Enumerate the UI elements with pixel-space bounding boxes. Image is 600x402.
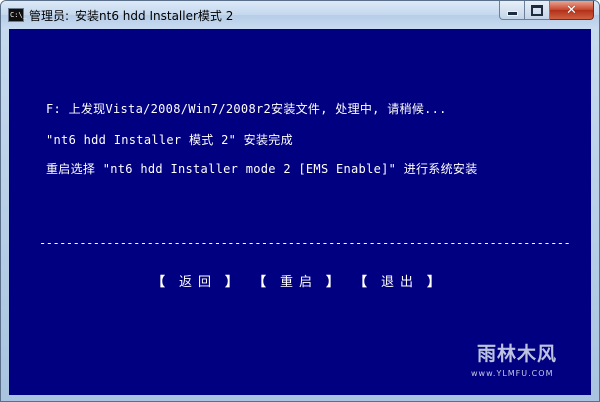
title-prefix: 管理员:: [29, 9, 70, 23]
bracket-close: 】: [427, 275, 441, 290]
reboot-button[interactable]: 【重启】: [253, 275, 339, 291]
back-label: 返回: [179, 275, 218, 290]
maximize-icon: [531, 4, 543, 16]
exit-button[interactable]: 【退出】: [354, 275, 440, 291]
back-button[interactable]: 【返回】: [152, 275, 238, 291]
bracket-open: 【: [253, 275, 267, 290]
window-title: 管理员: 安装nt6 hdd Installer模式 2: [29, 7, 233, 24]
title-label: 安装nt6 hdd Installer模式 2: [75, 9, 234, 23]
status-line-found: F: 上发现Vista/2008/Win7/2008r2安装文件, 处理中, 请…: [46, 102, 447, 116]
maximize-button[interactable]: [525, 1, 550, 20]
bracket-close: 】: [326, 275, 340, 290]
exit-label: 退出: [381, 275, 420, 290]
minimize-button[interactable]: [499, 1, 525, 20]
site-watermark: 雨林木风 www.YLMFU.COM: [469, 335, 591, 395]
console-window: C:\_ 管理员: 安装nt6 hdd Installer模式 2 ✕ F: 上发…: [0, 0, 600, 402]
status-line-reboot-hint: 重启选择 "nt6 hdd Installer mode 2 [EMS Enab…: [46, 162, 478, 176]
reboot-label: 重启: [280, 275, 319, 290]
close-button[interactable]: ✕: [550, 1, 594, 20]
divider-line: ----------------------------------------…: [39, 236, 571, 250]
watermark-url: www.YLMFU.COM: [471, 369, 554, 378]
watermark-logo: 雨林木风: [477, 343, 558, 365]
title-bar[interactable]: C:\_ 管理员: 安装nt6 hdd Installer模式 2 ✕: [1, 1, 599, 29]
bracket-close: 】: [225, 275, 239, 290]
close-icon: ✕: [566, 2, 577, 18]
status-line-installed: "nt6 hdd Installer 模式 2" 安装完成: [46, 133, 293, 147]
cmd-icon[interactable]: C:\_: [8, 8, 27, 22]
minimize-icon: [506, 10, 518, 16]
bracket-open: 【: [152, 275, 166, 290]
bracket-open: 【: [354, 275, 368, 290]
